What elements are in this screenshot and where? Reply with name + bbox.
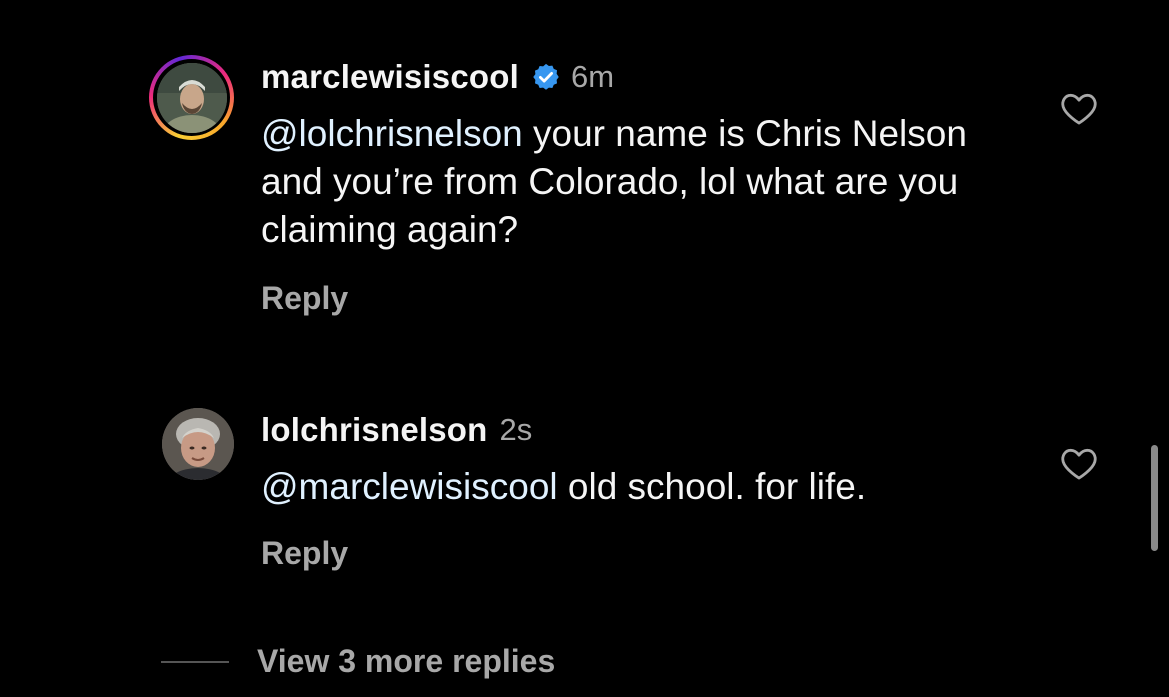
avatar-photo-image — [162, 408, 234, 480]
heart-outline-icon[interactable] — [1060, 90, 1098, 126]
comment-text: @lolchrisnelson your name is Chris Nelso… — [261, 110, 1021, 254]
comment-message: old school. for life. — [557, 466, 867, 507]
username[interactable]: lolchrisnelson — [261, 411, 488, 449]
comment-timestamp: 2s — [499, 412, 533, 447]
mention-link[interactable]: @lolchrisnelson — [261, 113, 523, 154]
view-more-replies-label: View 3 more replies — [257, 643, 556, 679]
comment-timestamp: 6m — [570, 59, 615, 94]
comment-header: marclewisiscool 6m — [261, 58, 614, 96]
divider-line — [161, 660, 229, 663]
heart-outline-icon[interactable] — [1060, 445, 1098, 481]
verified-badge-icon — [531, 62, 561, 92]
mention-link[interactable]: @marclewisiscool — [261, 466, 558, 507]
reply-button[interactable]: Reply — [261, 535, 348, 572]
reply-button[interactable]: Reply — [261, 280, 348, 317]
username[interactable]: marclewisiscool — [261, 58, 519, 96]
avatar[interactable] — [162, 408, 234, 480]
comment-text: @marclewisiscool old school. for life. — [261, 463, 1021, 511]
scrollbar[interactable] — [1151, 445, 1158, 551]
story-ring-gap — [153, 59, 230, 136]
avatar-photo-image — [156, 62, 227, 133]
comments-thread: marclewisiscool 6m @lolchrisnelson your … — [0, 0, 1169, 697]
avatar-photo — [156, 62, 227, 133]
comment-header: lolchrisnelson 2s — [261, 411, 532, 449]
avatar[interactable] — [149, 55, 234, 140]
view-more-replies-button[interactable]: View 3 more replies — [161, 643, 555, 680]
